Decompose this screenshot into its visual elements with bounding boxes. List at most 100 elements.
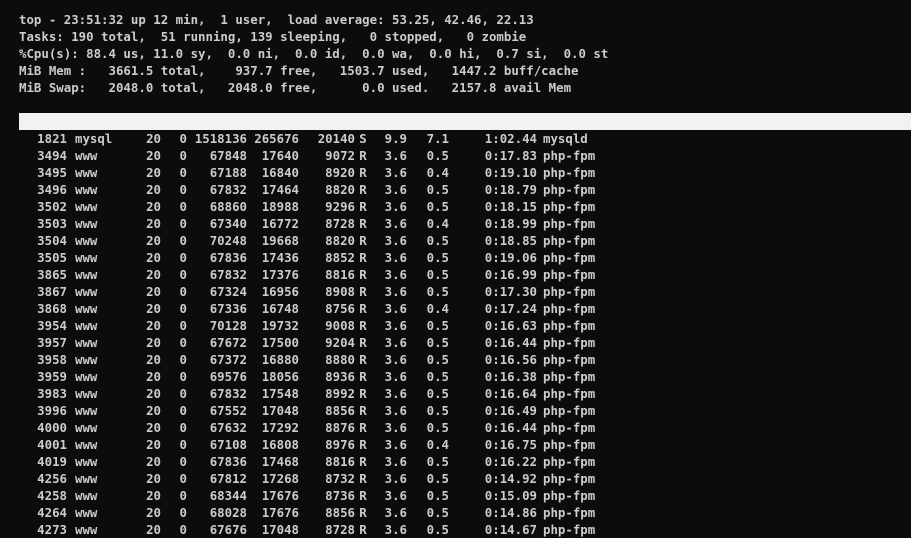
table-row: 3502 www 20 0 68860 18988 9296 R 3.6 0.5 0:18.15 ph… — [19, 198, 911, 215]
table-row: 1821 mysql 20 0 1518136 265676 20140 S 9.9 7.1 1:0… — [19, 130, 911, 147]
process-mem: 0.5 — [426, 471, 449, 486]
process-shr: 8908 — [325, 284, 355, 299]
process-virt: 68028 — [209, 505, 247, 520]
tasks-line: Tasks: 190 total, 51 running, 139 sleepi… — [19, 29, 527, 44]
process-res: 17548 — [261, 386, 299, 401]
process-shr: 20140 — [317, 131, 355, 146]
process-shr: 9008 — [325, 318, 355, 333]
process-shr: 8856 — [325, 505, 355, 520]
table-row: 3958 www 20 0 67372 16880 8880 R 3.6 0.5 0:16.56 ph… — [19, 351, 911, 368]
process-virt: 67832 — [209, 386, 247, 401]
process-command: php-fpm — [543, 335, 596, 350]
process-command: php-fpm — [543, 318, 596, 333]
process-cpu: 3.6 — [384, 250, 407, 265]
process-res: 19732 — [261, 318, 299, 333]
process-user: www — [75, 471, 98, 486]
process-shr: 8728 — [325, 216, 355, 231]
process-mem: 0.5 — [426, 318, 449, 333]
process-shr: 8816 — [325, 454, 355, 469]
process-user: www — [75, 454, 98, 469]
process-shr: 8920 — [325, 165, 355, 180]
process-command: php-fpm — [543, 182, 596, 197]
process-mem: 0.5 — [426, 522, 449, 537]
process-nice: 0 — [179, 165, 187, 180]
process-res: 17292 — [261, 420, 299, 435]
process-nice: 0 — [179, 199, 187, 214]
process-state: R — [359, 386, 367, 401]
process-shr: 8820 — [325, 182, 355, 197]
process-cpu: 3.6 — [384, 471, 407, 486]
process-cpu: 3.6 — [384, 284, 407, 299]
process-priority: 20 — [146, 403, 161, 418]
process-res: 17676 — [261, 505, 299, 520]
process-virt: 67324 — [209, 284, 247, 299]
process-pid: 4256 — [37, 471, 67, 486]
process-state: S — [359, 131, 367, 146]
process-virt: 68860 — [209, 199, 247, 214]
process-mem: 0.5 — [426, 403, 449, 418]
process-cpu: 3.6 — [384, 403, 407, 418]
terminal-window[interactable]: top - 23:51:32 up 12 min, 1 user, load a… — [19, 11, 911, 538]
process-pid: 3996 — [37, 403, 67, 418]
process-time: 0:16.22 — [484, 454, 537, 469]
process-cpu: 3.6 — [384, 267, 407, 282]
process-nice: 0 — [179, 369, 187, 384]
process-cpu: 3.6 — [384, 301, 407, 316]
process-user: mysql — [75, 131, 113, 146]
process-mem: 0.5 — [426, 352, 449, 367]
process-state: R — [359, 437, 367, 452]
process-cpu: 3.6 — [384, 199, 407, 214]
process-mem: 0.5 — [426, 488, 449, 503]
process-priority: 20 — [146, 454, 161, 469]
process-mem: 0.4 — [426, 301, 449, 316]
process-cpu: 3.6 — [384, 216, 407, 231]
process-res: 17468 — [261, 454, 299, 469]
process-time: 0:16.38 — [484, 369, 537, 384]
process-res: 17048 — [261, 403, 299, 418]
process-mem: 0.5 — [426, 233, 449, 248]
process-command: php-fpm — [543, 369, 596, 384]
process-time: 1:02.44 — [484, 131, 537, 146]
process-pid: 3957 — [37, 335, 67, 350]
process-virt: 67676 — [209, 522, 247, 537]
process-time: 0:19.06 — [484, 250, 537, 265]
process-virt: 67188 — [209, 165, 247, 180]
process-nice: 0 — [179, 233, 187, 248]
process-priority: 20 — [146, 471, 161, 486]
process-state: R — [359, 420, 367, 435]
process-state: R — [359, 522, 367, 537]
process-virt: 67848 — [209, 148, 247, 163]
process-state: R — [359, 352, 367, 367]
process-command: php-fpm — [543, 471, 596, 486]
process-user: www — [75, 148, 98, 163]
process-time: 0:16.75 — [484, 437, 537, 452]
process-state: R — [359, 216, 367, 231]
process-shr: 8976 — [325, 437, 355, 452]
process-state: R — [359, 250, 367, 265]
process-nice: 0 — [179, 437, 187, 452]
process-pid: 4264 — [37, 505, 67, 520]
process-priority: 20 — [146, 369, 161, 384]
process-cpu: 9.9 — [384, 131, 407, 146]
process-state: R — [359, 199, 367, 214]
process-nice: 0 — [179, 386, 187, 401]
process-res: 17464 — [261, 182, 299, 197]
process-cpu: 3.6 — [384, 148, 407, 163]
process-pid: 3868 — [37, 301, 67, 316]
process-pid: 3983 — [37, 386, 67, 401]
process-nice: 0 — [179, 216, 187, 231]
process-mem: 0.5 — [426, 369, 449, 384]
process-mem: 0.5 — [426, 420, 449, 435]
process-state: R — [359, 267, 367, 282]
process-shr: 9204 — [325, 335, 355, 350]
process-user: www — [75, 386, 98, 401]
process-mem: 0.5 — [426, 250, 449, 265]
process-shr: 8816 — [325, 267, 355, 282]
process-time: 0:16.56 — [484, 352, 537, 367]
process-mem: 0.5 — [426, 505, 449, 520]
process-time: 0:18.99 — [484, 216, 537, 231]
table-row: 4273 www 20 0 67676 17048 8728 R 3.6 0.5 0:14.67 ph… — [19, 521, 911, 538]
process-user: www — [75, 199, 98, 214]
process-priority: 20 — [146, 148, 161, 163]
